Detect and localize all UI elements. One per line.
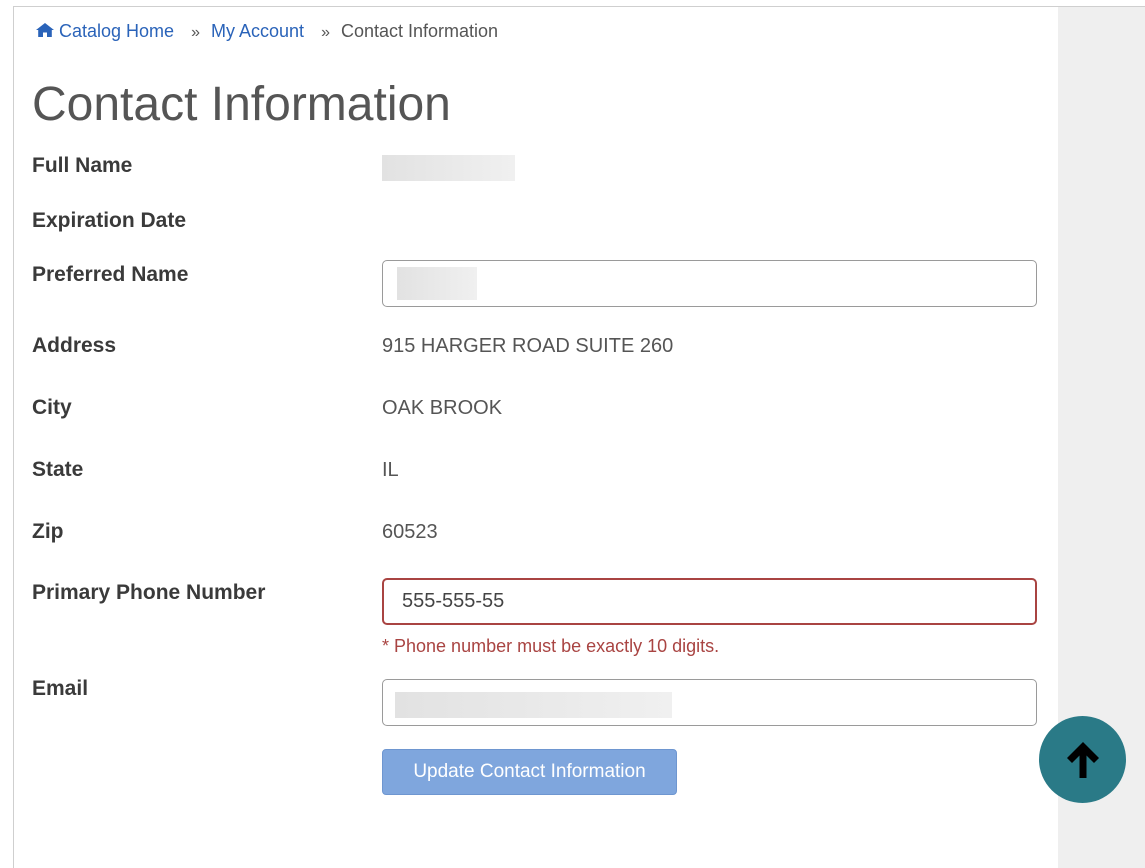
email-label: Email: [32, 677, 89, 700]
arrow-up-icon: [1066, 741, 1099, 778]
email-value-redacted: [395, 692, 672, 718]
breadcrumb-catalog-home[interactable]: Catalog Home: [35, 21, 179, 41]
home-icon: [36, 23, 54, 37]
breadcrumb-catalog-home-label: Catalog Home: [59, 21, 175, 41]
page-title: Contact Information: [32, 78, 451, 131]
address-label: Address: [32, 334, 117, 357]
address-value: 915 HARGER ROAD SUITE 260: [382, 335, 674, 357]
zip-label: Zip: [32, 520, 64, 543]
full-name-value-redacted: [382, 155, 515, 181]
viewport: Catalog Home » My Account » Contact Info…: [0, 0, 1145, 868]
primary-phone-error: * Phone number must be exactly 10 digits…: [382, 636, 720, 656]
primary-phone-label: Primary Phone Number: [32, 581, 266, 604]
primary-phone-input[interactable]: [382, 578, 1037, 625]
preferred-name-label: Preferred Name: [32, 263, 189, 286]
breadcrumb-separator: »: [191, 24, 200, 41]
preferred-name-input[interactable]: [382, 260, 1037, 307]
breadcrumb-my-account[interactable]: My Account: [211, 21, 304, 41]
full-name-label: Full Name: [32, 154, 133, 177]
state-label: State: [32, 458, 84, 481]
city-label: City: [32, 396, 72, 419]
zip-value: 60523: [382, 521, 438, 543]
city-value: OAK BROOK: [382, 397, 503, 419]
main-content: Catalog Home » My Account » Contact Info…: [13, 6, 1059, 868]
scroll-to-top-button[interactable]: [1039, 716, 1126, 803]
breadcrumb-current: Contact Information: [340, 21, 499, 41]
breadcrumb: Catalog Home » My Account » Contact Info…: [35, 21, 498, 42]
breadcrumb-separator: »: [321, 24, 330, 41]
expiration-date-label: Expiration Date: [32, 209, 187, 232]
update-contact-information-button[interactable]: Update Contact Information: [382, 749, 677, 795]
state-value: IL: [382, 459, 399, 481]
preferred-name-value-redacted: [397, 267, 477, 300]
